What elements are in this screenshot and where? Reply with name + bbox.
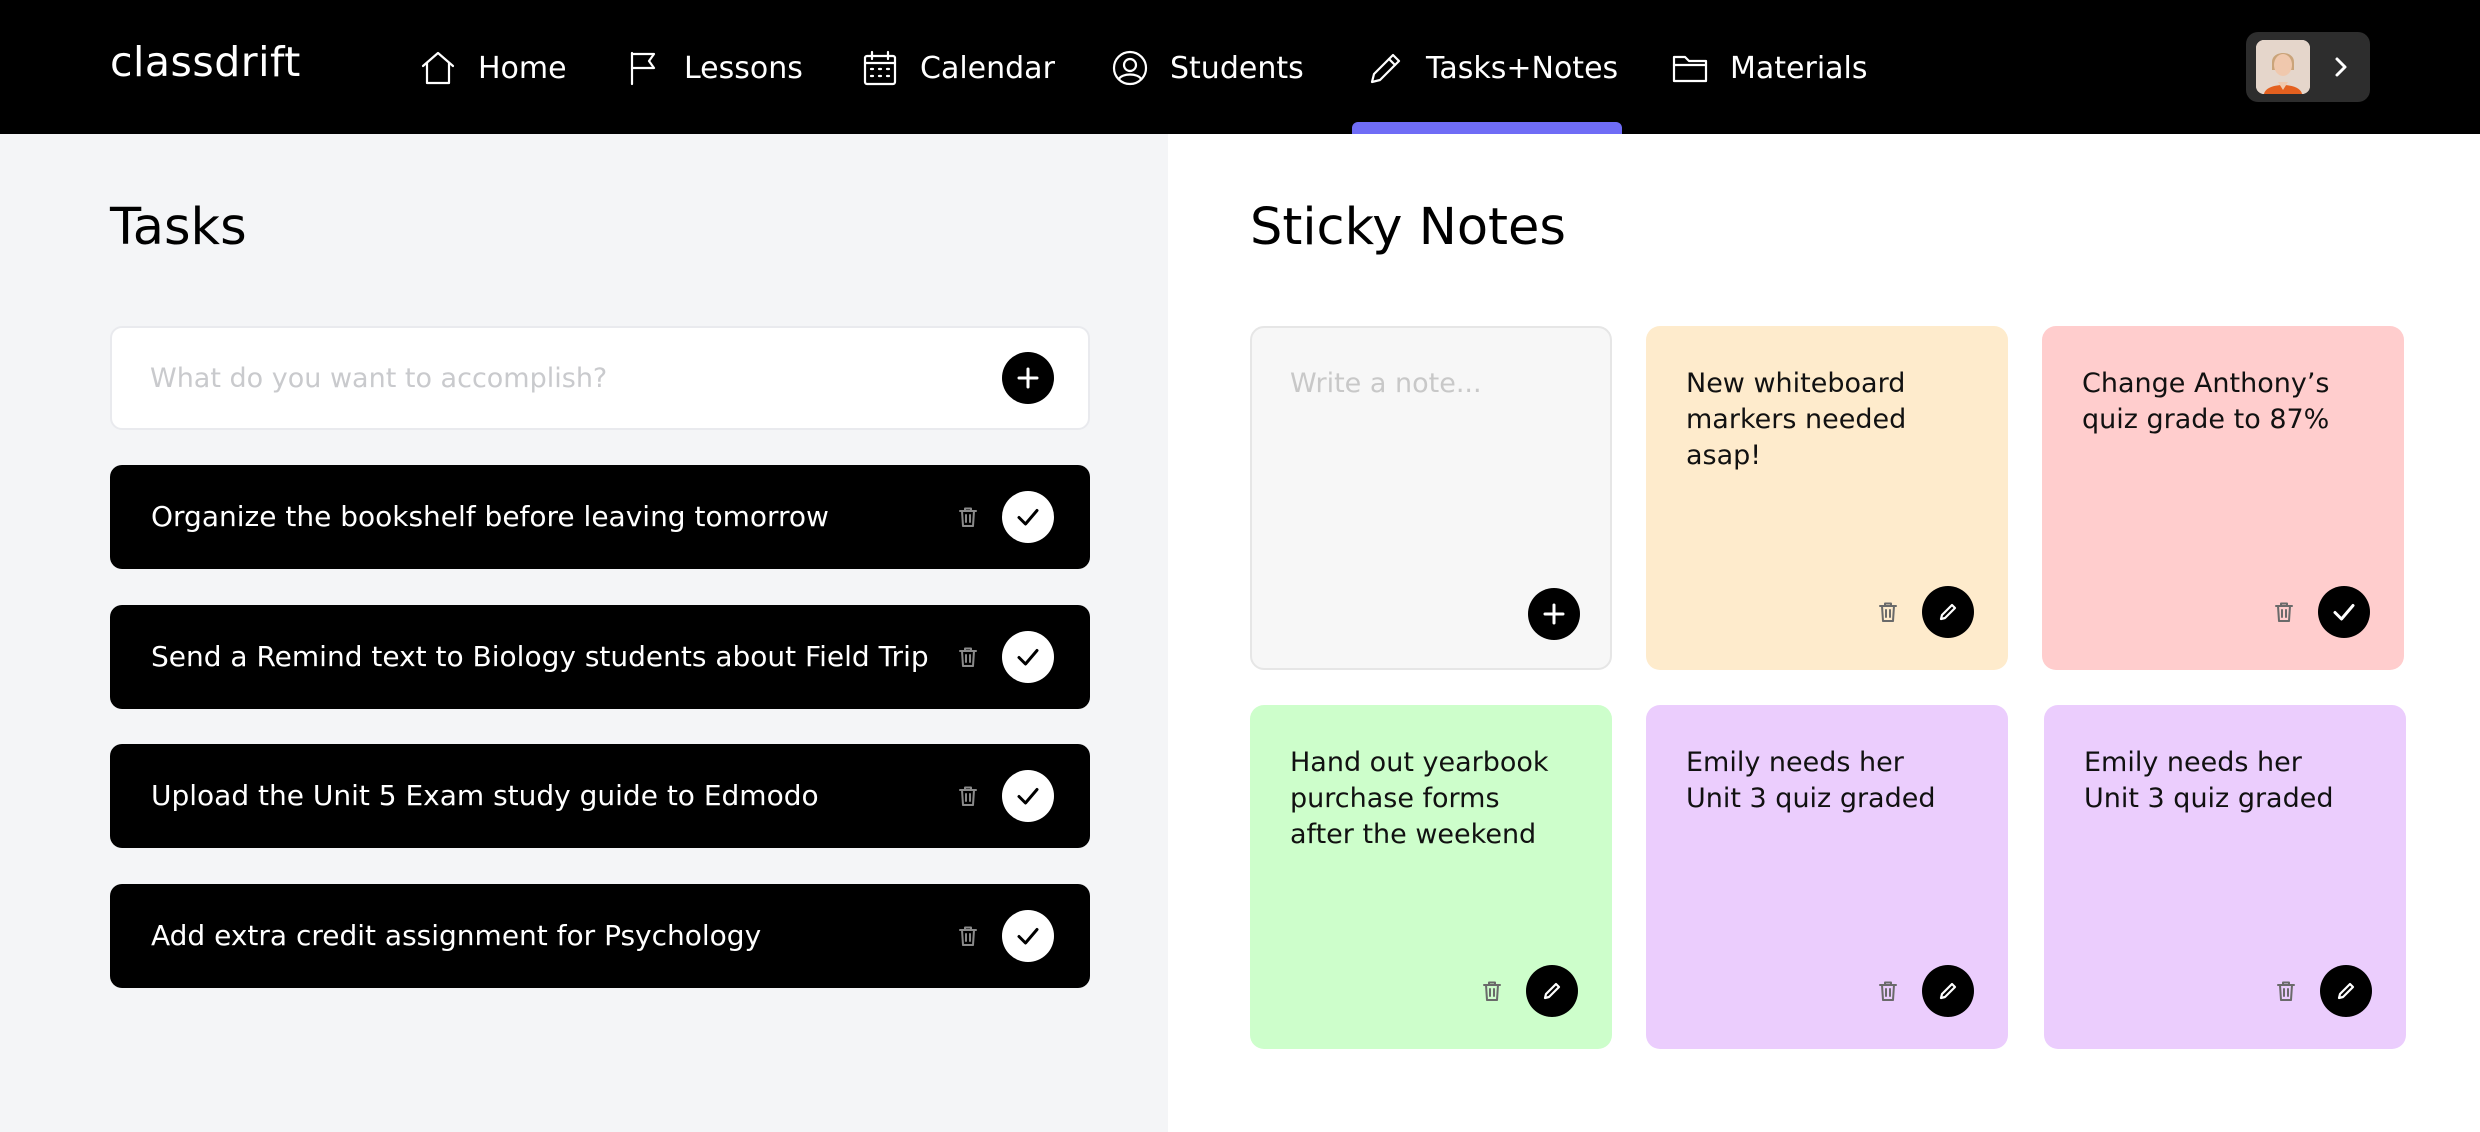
chevron-right-icon [2335,57,2347,77]
note-text: Emily needs her Unit 3 quiz graded [2084,747,2334,814]
trash-icon[interactable] [1480,979,1504,1003]
plus-icon [1017,367,1039,389]
note-text: Change Anthony’s quiz grade to 87% [2082,368,2330,435]
tasks-title: Tasks [110,198,247,257]
sticky-notes-title: Sticky Notes [1250,198,1566,257]
complete-task-button[interactable] [1002,770,1054,822]
note-text: Emily needs her Unit 3 quiz graded [1686,747,1936,814]
pencil-icon [1370,53,1401,84]
task-item: Send a Remind text to Biology students a… [110,605,1090,709]
pencil-icon [1543,982,1561,1000]
sticky-note: Emily needs her Unit 3 quiz graded [1646,705,2008,1049]
check-icon [1017,928,1039,945]
edit-note-button[interactable] [1922,965,1974,1017]
check-icon [1017,788,1039,805]
check-icon [1017,509,1039,526]
home-icon [421,51,455,85]
trash-icon[interactable] [2272,600,2296,624]
task-input-box [110,326,1090,430]
confirm-note-button[interactable] [2318,586,2370,638]
task-label: Organize the bookshelf before leaving to… [151,500,829,533]
sticky-note: New whiteboard markers needed asap! [1646,326,2008,670]
plus-icon [1543,603,1565,625]
nav-item-label: Home [478,50,567,86]
sticky-note: Hand out yearbook purchase forms after t… [1250,705,1612,1049]
nav-item-students[interactable]: Students [1110,45,1304,91]
sticky-note: Change Anthony’s quiz grade to 87% [2042,326,2404,670]
task-label: Upload the Unit 5 Exam study guide to Ed… [151,779,819,812]
active-tab-indicator [1352,122,1622,134]
nav-item-label: Calendar [920,50,1055,86]
app-logo[interactable]: classdrift [110,38,301,86]
trash-icon[interactable] [956,924,980,948]
note-input[interactable] [1290,366,1580,566]
task-item: Organize the bookshelf before leaving to… [110,465,1090,569]
add-task-button[interactable] [1002,352,1054,404]
nav-item-home[interactable]: Home [418,45,567,91]
task-label: Add extra credit assignment for Psycholo… [151,919,762,952]
nav-item-tasks-notes[interactable]: Tasks+Notes [1366,45,1618,91]
nav-item-calendar[interactable]: Calendar [860,45,1055,91]
nav-item-label: Lessons [684,50,803,86]
task-input[interactable] [150,328,970,428]
nav-item-lessons[interactable]: Lessons [624,45,803,91]
complete-task-button[interactable] [1002,910,1054,962]
avatar [2256,40,2310,94]
pencil-icon [1939,982,1957,1000]
sticky-note: Emily needs her Unit 3 quiz graded [2044,705,2406,1049]
trash-icon[interactable] [1876,600,1900,624]
trash-icon[interactable] [2274,979,2298,1003]
calendar-icon [863,50,897,86]
top-navigation-bar: classdrift Home Lessons Calendar Student… [0,0,2480,134]
edit-note-button[interactable] [2320,965,2372,1017]
note-text: Hand out yearbook purchase forms after t… [1290,747,1549,850]
task-item: Upload the Unit 5 Exam study guide to Ed… [110,744,1090,848]
nav-item-label: Students [1170,50,1304,86]
add-note-button[interactable] [1528,588,1580,640]
trash-icon[interactable] [1876,979,1900,1003]
pencil-icon [1939,603,1957,621]
note-text: New whiteboard markers needed asap! [1686,368,1907,471]
trash-icon[interactable] [956,645,980,669]
profile-menu-button[interactable] [2246,32,2370,102]
folder-icon [1672,55,1708,83]
nav-item-materials[interactable]: Materials [1670,45,1868,91]
check-icon [1017,649,1039,666]
edit-note-button[interactable] [1922,586,1974,638]
edit-note-button[interactable] [1526,965,1578,1017]
trash-icon[interactable] [956,784,980,808]
task-label: Send a Remind text to Biology students a… [151,640,929,673]
task-item: Add extra credit assignment for Psycholo… [110,884,1090,988]
nav-item-label: Tasks+Notes [1426,50,1619,86]
user-circle-icon [1112,50,1148,86]
trash-icon[interactable] [956,505,980,529]
flag-icon [630,51,656,86]
check-icon [2333,604,2355,621]
nav-item-label: Materials [1730,50,1868,86]
new-note-card [1250,326,1612,670]
pencil-icon [2337,982,2355,1000]
complete-task-button[interactable] [1002,491,1054,543]
complete-task-button[interactable] [1002,631,1054,683]
